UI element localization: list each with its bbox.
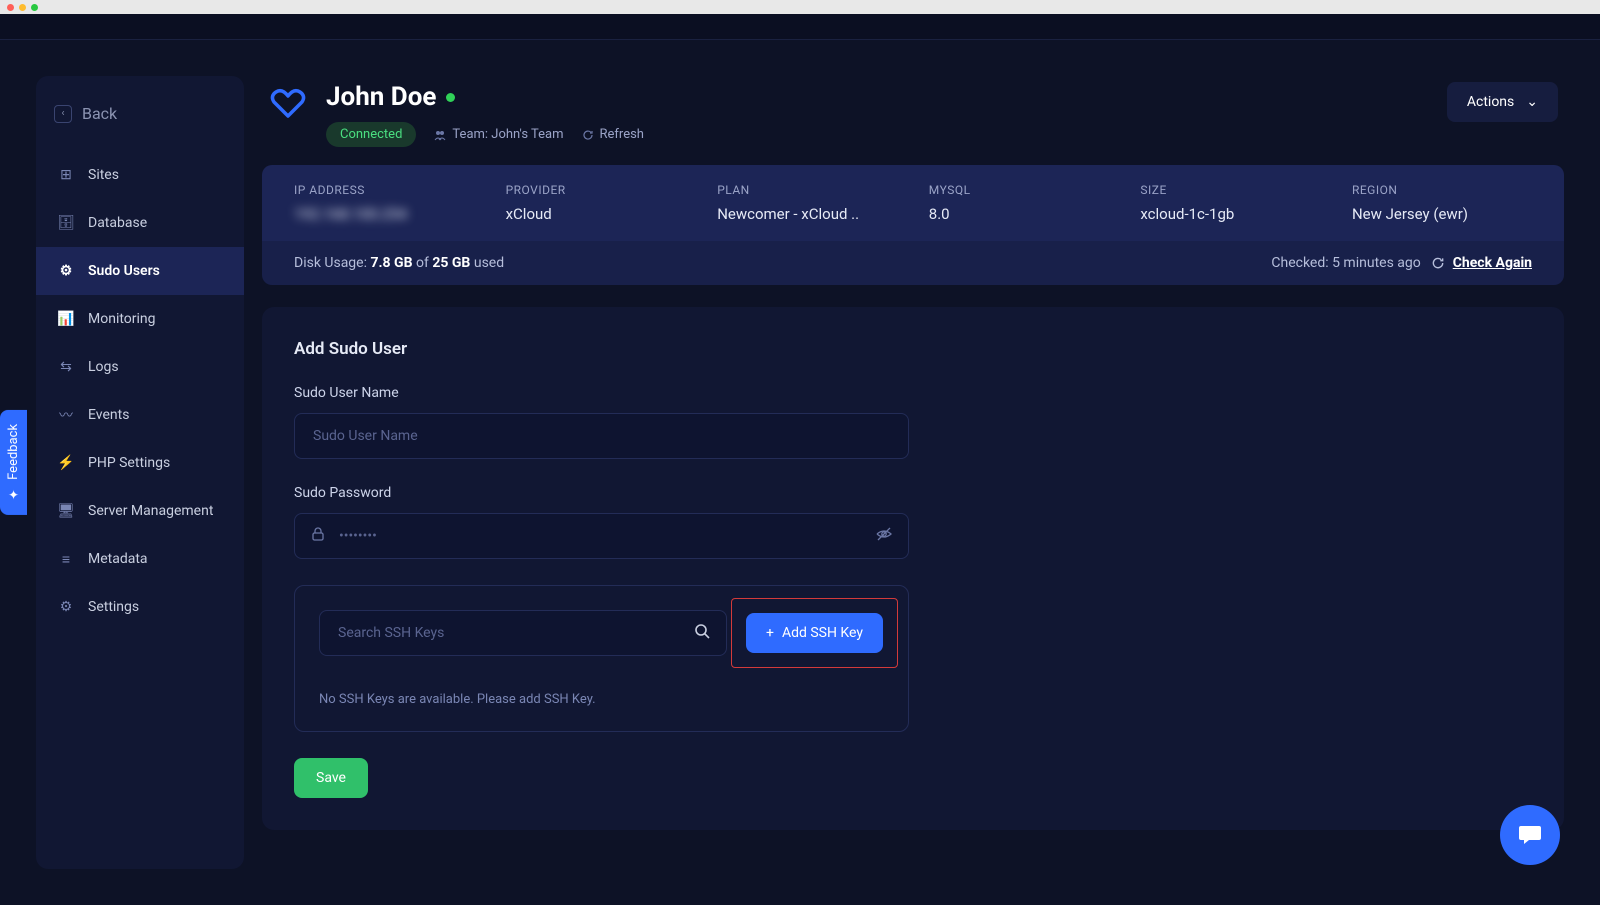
sidebar-item-label: Logs [88,359,119,375]
sidebar-item-label: Events [88,407,129,423]
sidebar-item-database[interactable]: 🗄 Database [36,199,244,247]
lock-icon [310,526,326,546]
sidebar-item-label: Sudo Users [88,263,160,279]
list-icon: ≡ [58,551,74,567]
sidebar-item-label: Server Management [88,503,213,519]
chat-icon [1517,822,1543,848]
activity-icon: 〰 [58,407,74,423]
add-ssh-key-button[interactable]: + Add SSH Key [746,613,883,653]
sidebar-item-events[interactable]: 〰 Events [36,391,244,439]
stat-mysql: MYSQL 8.0 [929,183,1131,223]
sidebar-item-label: Monitoring [88,311,156,327]
maximize-window-dot[interactable] [31,4,38,11]
sidebar-item-label: Database [88,215,147,231]
eye-off-icon[interactable] [875,525,893,547]
back-button[interactable]: ‹ Back [36,96,244,131]
sidebar-item-metadata[interactable]: ≡ Metadata [36,535,244,583]
server-icon: 🖥 [58,503,74,519]
app-logo-icon [268,82,308,122]
sudo-username-label: Sudo User Name [294,385,1532,401]
sidebar-item-sudo-users[interactable]: ⚙ Sudo Users [36,247,244,295]
back-label: Back [82,104,117,123]
ssh-keys-box: + Add SSH Key No SSH Keys are available.… [294,585,909,732]
server-stats-bar: IP ADDRESS 192.168.100.254 PROVIDER xClo… [262,165,1564,241]
stat-ip: IP ADDRESS 192.168.100.254 [294,183,496,223]
close-window-dot[interactable] [7,4,14,11]
stat-size: SIZE xcloud-1c-1gb [1140,183,1342,223]
top-strip [0,14,1600,40]
team-icon [434,129,446,141]
disk-usage-bar: Disk Usage: 7.8 GB of 25 GB used Checked… [262,241,1564,285]
grid-icon: ⊞ [58,167,74,183]
sparkle-icon: ✦ [6,486,21,501]
add-sudo-user-panel: Add Sudo User Sudo User Name Sudo Passwo… [262,307,1564,830]
sidebar-item-settings[interactable]: ⚙ Settings [36,583,244,631]
minimize-window-dot[interactable] [19,4,26,11]
checked-label: Checked: 5 minutes ago [1271,255,1420,271]
page-header: John Doe Connected Team: John's Team Ref… [262,76,1564,165]
stat-plan: PLAN Newcomer - xCloud .. [717,183,919,223]
sudo-password-label: Sudo Password [294,485,1532,501]
sidebar-item-label: Settings [88,599,139,615]
php-icon: ⚡ [58,455,74,471]
sidebar-item-logs[interactable]: ⇆ Logs [36,343,244,391]
chevron-down-icon: ⌄ [1526,94,1538,110]
chevron-left-icon: ‹ [54,105,72,123]
sidebar-item-php-settings[interactable]: ⚡ PHP Settings [36,439,244,487]
sidebar-item-monitoring[interactable]: 📊 Monitoring [36,295,244,343]
sidebar-item-label: Sites [88,167,119,183]
refresh-link[interactable]: Refresh [582,127,644,142]
save-button[interactable]: Save [294,758,368,798]
actions-label: Actions [1467,94,1514,110]
plus-icon: + [766,625,774,641]
feedback-tab[interactable]: ✦ Feedback [0,410,27,515]
stat-provider: PROVIDER xCloud [506,183,708,223]
sudo-password-input[interactable] [294,513,909,559]
sudo-username-input[interactable] [294,413,909,459]
users-icon: ⚙ [58,263,74,279]
monitor-icon: 📊 [58,311,74,327]
team-label: Team: John's Team [434,127,563,142]
highlight-annotation: + Add SSH Key [731,598,898,668]
sidebar-item-label: PHP Settings [88,455,170,471]
online-status-dot-icon [446,93,455,102]
panel-heading: Add Sudo User [294,339,1532,359]
ssh-search-input[interactable] [319,610,727,656]
search-icon [693,622,711,644]
refresh-icon [582,129,594,141]
sidebar-item-server-management[interactable]: 🖥 Server Management [36,487,244,535]
window-titlebar [0,0,1600,14]
refresh-icon [1431,256,1445,270]
sidebar-item-sites[interactable]: ⊞ Sites [36,151,244,199]
actions-dropdown[interactable]: Actions ⌄ [1447,82,1558,122]
sidebar-item-label: Metadata [88,551,148,567]
main-content: John Doe Connected Team: John's Team Ref… [262,76,1564,869]
gear-icon: ⚙ [58,599,74,615]
stat-region: REGION New Jersey (ewr) [1352,183,1532,223]
database-icon: 🗄 [58,215,74,231]
chat-widget-button[interactable] [1500,805,1560,865]
connection-badge: Connected [326,122,416,147]
check-again-link[interactable]: Check Again [1453,255,1532,271]
ssh-empty-message: No SSH Keys are available. Please add SS… [319,692,884,707]
sidebar: ‹ Back ⊞ Sites 🗄 Database ⚙ Sudo Users 📊… [36,76,244,869]
arrows-icon: ⇆ [58,359,74,375]
page-title: John Doe [326,82,436,112]
